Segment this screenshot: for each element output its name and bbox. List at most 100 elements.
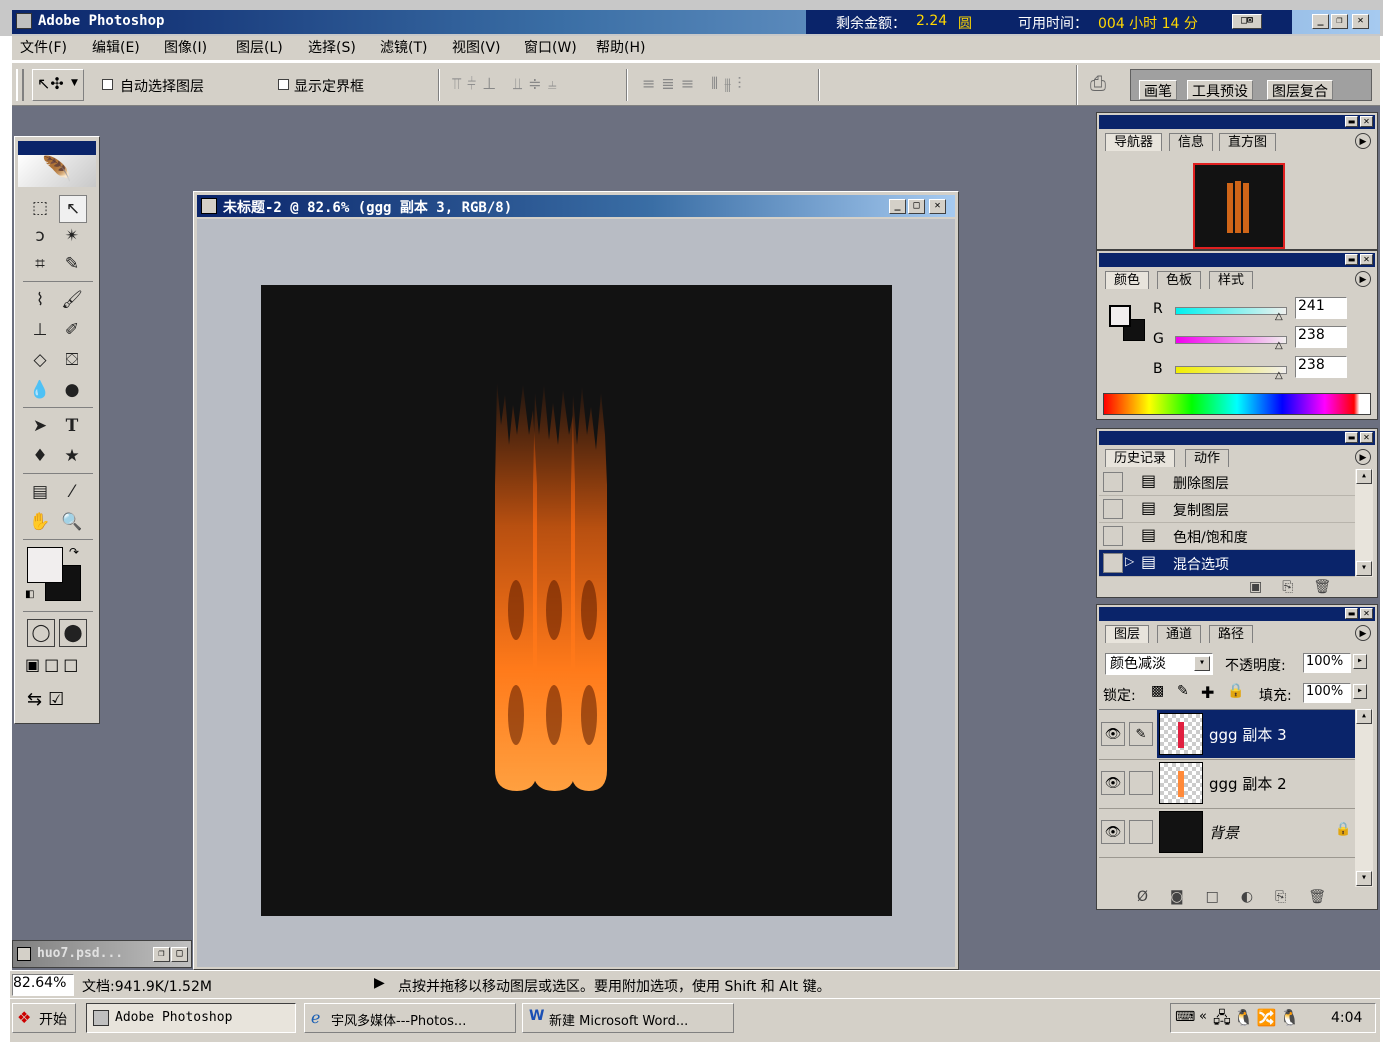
palette-minimize-button[interactable]: ▬ <box>1345 432 1358 443</box>
minimize-button[interactable]: _ <box>1312 14 1329 29</box>
path-selection-tool-icon[interactable]: ➤ <box>27 413 53 439</box>
keyboard-icon[interactable]: ⌨ <box>1175 1009 1195 1025</box>
fg-color-chip[interactable] <box>1109 305 1131 327</box>
doc-maximize-button[interactable]: □ <box>908 199 925 214</box>
menu-window[interactable]: 窗口(W) <box>524 36 577 60</box>
palette-well-tab-tool-presets[interactable]: 工具预设 <box>1187 80 1253 100</box>
lock-position-icon[interactable]: ✚ <box>1201 683 1214 702</box>
eye-icon[interactable]: 👁 <box>1101 771 1125 795</box>
tab-swatches[interactable]: 色板 <box>1157 271 1202 289</box>
taskbar-task-active[interactable]: Adobe Photoshop <box>86 1003 296 1033</box>
eye-icon[interactable]: 👁 <box>1101 820 1125 844</box>
tab-color[interactable]: 颜色 <box>1105 271 1150 289</box>
palette-minimize-button[interactable]: ▬ <box>1345 608 1358 619</box>
status-menu-arrow-icon[interactable]: ▶ <box>374 975 385 991</box>
r-slider[interactable] <box>1175 307 1287 315</box>
foreground-color-swatch[interactable] <box>27 547 63 583</box>
tab-channels[interactable]: 通道 <box>1157 625 1202 643</box>
menu-file[interactable]: 文件(F) <box>20 36 67 60</box>
layer-row[interactable]: 👁 ggg 副本 2 <box>1099 759 1355 809</box>
snapshot-box[interactable] <box>1103 472 1123 492</box>
jump-to-imageready-icon[interactable]: ⇆☑ <box>27 689 70 710</box>
history-item[interactable]: ▤ 色相/饱和度 <box>1099 523 1355 550</box>
tab-actions[interactable]: 动作 <box>1185 449 1230 467</box>
scroll-down-button[interactable]: ▾ <box>1356 561 1372 576</box>
crop-tool-icon[interactable]: ⌗ <box>27 251 53 277</box>
quick-mask-mode-icon[interactable]: ⬤ <box>59 619 87 647</box>
taskbar-task[interactable]: ℯ 宇风多媒体---Photos... <box>304 1003 516 1033</box>
start-button[interactable]: ❖ 开始 <box>12 1003 76 1033</box>
eyedropper-tool-icon[interactable]: ⁄ <box>59 479 85 505</box>
layer-row[interactable]: 👁 背景 🔒 <box>1099 808 1355 858</box>
g-slider-handle-icon[interactable]: △ <box>1275 340 1283 351</box>
g-slider[interactable] <box>1175 336 1287 344</box>
palette-menu-icon[interactable]: ▶ <box>1355 133 1371 149</box>
eraser-tool-icon[interactable]: ◇ <box>27 347 53 373</box>
scroll-up-button[interactable]: ▴ <box>1356 469 1372 484</box>
palette-menu-icon[interactable]: ▶ <box>1355 271 1371 287</box>
palette-menu-icon[interactable]: ▶ <box>1355 625 1371 641</box>
chevron-down-icon[interactable]: ▾ <box>1194 656 1210 671</box>
menu-filter[interactable]: 滤镜(T) <box>380 36 427 60</box>
link-box[interactable] <box>1129 771 1153 795</box>
history-item-active[interactable]: ▷ ▤ 混合选项 <box>1099 550 1355 577</box>
screen-modes-icons[interactable]: ▣□□ <box>25 655 82 674</box>
fill-input[interactable]: 100% <box>1303 683 1351 703</box>
layers-footer-icons[interactable]: Ø◙□◐⎘🗑 <box>1137 889 1348 905</box>
menu-layer[interactable]: 图层(L) <box>236 36 283 60</box>
snapshot-box[interactable] <box>1103 499 1123 519</box>
snapshot-box[interactable] <box>1103 553 1123 573</box>
scroll-down-button[interactable]: ▾ <box>1356 871 1372 886</box>
color-ramp[interactable] <box>1103 393 1371 415</box>
distribute-icons[interactable]: ≡≣≡ ⫴⫵⫶ <box>642 74 747 94</box>
show-bounds-checkbox[interactable] <box>278 79 289 90</box>
align-icons[interactable]: ⫪⫩⊥ ⫫≑⫨ <box>452 74 563 94</box>
restore-button[interactable]: ❐ <box>1331 14 1348 29</box>
tab-navigator[interactable]: 导航器 <box>1105 133 1163 151</box>
palette-well-tab-layer-comps[interactable]: 图层复合 <box>1267 80 1333 100</box>
min-doc-maximize-button[interactable]: □ <box>171 947 188 962</box>
slice-tool-icon[interactable]: ✎ <box>59 251 85 277</box>
history-item[interactable]: ▤ 删除图层 <box>1099 469 1355 496</box>
gripper[interactable] <box>16 69 24 101</box>
swap-colors-icon[interactable]: ↷ <box>69 545 79 559</box>
tab-histogram[interactable]: 直方图 <box>1219 133 1277 151</box>
min-doc-restore-button[interactable]: ❐ <box>153 947 170 962</box>
brush-tool-icon[interactable]: 🖌 <box>59 287 85 313</box>
palette-menu-icon[interactable]: ▶ <box>1355 449 1371 465</box>
blur-tool-icon[interactable]: 💧 <box>27 377 53 403</box>
menu-help[interactable]: 帮助(H) <box>596 36 645 60</box>
tool-preset-picker[interactable]: ↖✣ ▼ <box>32 69 84 101</box>
image-canvas[interactable] <box>261 285 892 916</box>
history-scrollbar[interactable]: ▴ ▾ <box>1355 469 1373 577</box>
menu-image[interactable]: 图像(I) <box>164 36 207 60</box>
billing-restore-button[interactable]: □⊠ <box>1232 14 1262 29</box>
palette-minimize-button[interactable]: ▬ <box>1345 254 1358 265</box>
history-footer-icons[interactable]: ▣⎘🗑 <box>1249 579 1351 595</box>
tray-expand-icon[interactable]: « <box>1199 1009 1207 1024</box>
pen-tool-icon[interactable]: ♦ <box>27 443 53 469</box>
move-tool-icon[interactable]: ↖ <box>59 195 87 223</box>
menu-edit[interactable]: 编辑(E) <box>92 36 140 60</box>
tab-paths[interactable]: 路径 <box>1209 625 1254 643</box>
palette-minimize-button[interactable]: ▬ <box>1345 116 1358 127</box>
palette-close-button[interactable]: ✕ <box>1360 432 1373 443</box>
tab-styles[interactable]: 样式 <box>1209 271 1254 289</box>
link-box[interactable] <box>1129 820 1153 844</box>
g-value-input[interactable]: 238 <box>1295 326 1347 348</box>
layers-scrollbar[interactable]: ▴ ▾ <box>1355 709 1373 887</box>
blend-mode-select[interactable]: 颜色减淡 ▾ <box>1105 653 1213 675</box>
r-value-input[interactable]: 241 <box>1295 297 1347 319</box>
opacity-input[interactable]: 100% <box>1303 653 1351 673</box>
tab-layers[interactable]: 图层 <box>1105 625 1150 643</box>
menu-view[interactable]: 视图(V) <box>452 36 501 60</box>
paint-bucket-tool-icon[interactable]: ⛋ <box>59 347 85 373</box>
tab-info[interactable]: 信息 <box>1169 133 1214 151</box>
default-colors-icon[interactable]: ◧ <box>25 589 34 600</box>
zoom-tool-icon[interactable]: 🔍 <box>59 509 85 535</box>
history-slider-icon[interactable]: ▷ <box>1125 554 1134 568</box>
standard-mode-icon[interactable]: ◯ <box>27 619 55 647</box>
r-slider-handle-icon[interactable]: △ <box>1275 311 1283 322</box>
navigator-thumbnail[interactable] <box>1193 163 1285 249</box>
file-browser-icon[interactable]: ⎙ <box>1090 71 1106 95</box>
